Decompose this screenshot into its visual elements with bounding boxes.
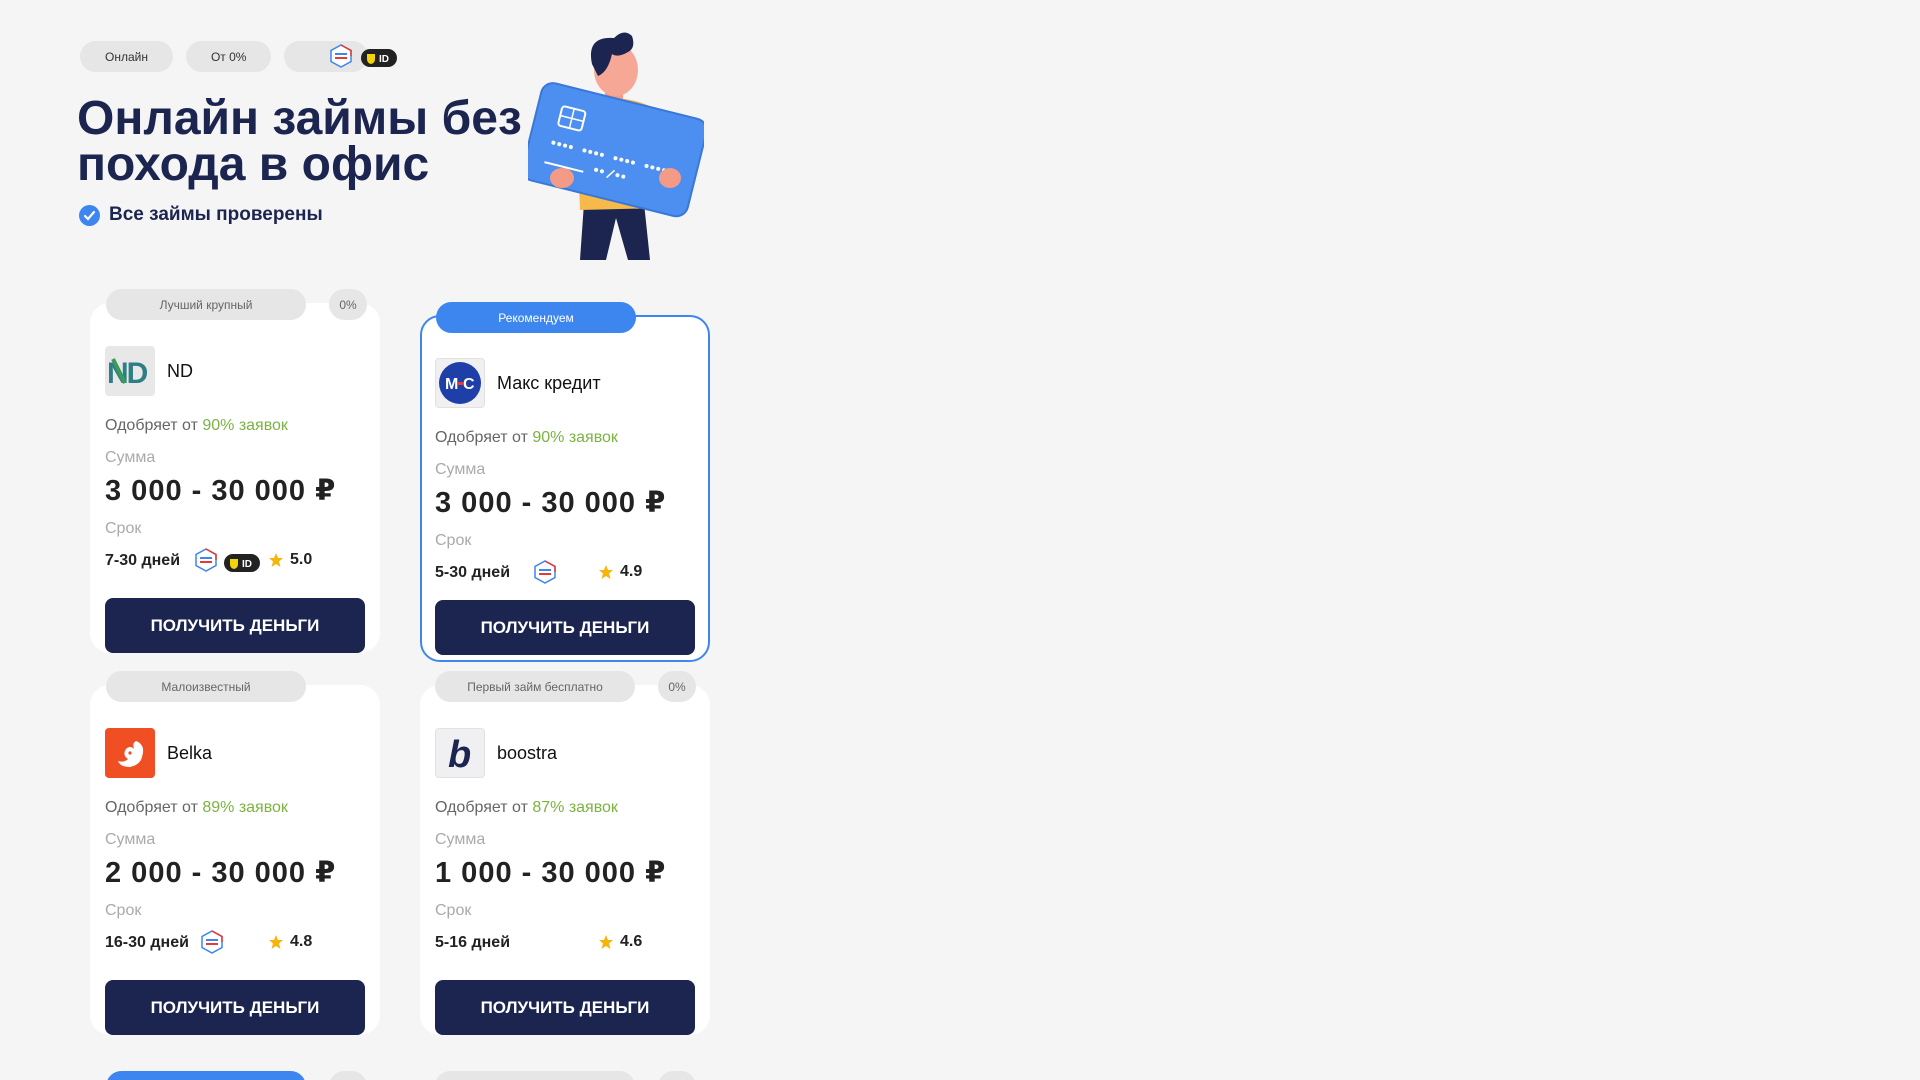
approval-rate: Одобряет от 87% заявок: [435, 799, 618, 817]
lender-header: M C Макс кредит: [435, 358, 601, 408]
card-tag: Первый займ бесплатно: [435, 671, 635, 702]
get-money-button[interactable]: ПОЛУЧИТЬ ДЕНЬГИ: [435, 980, 695, 1035]
rating-value: 4.8: [290, 933, 313, 950]
page-title: Онлайн займы без похода в офис: [77, 92, 522, 191]
lender-name: boostra: [497, 742, 558, 763]
sum-label: Сумма: [435, 831, 486, 848]
star-icon: [599, 935, 613, 949]
svg-text:M: M: [445, 376, 458, 393]
id-badge-icon: ID: [361, 49, 398, 67]
loan-amount: 1 000 - 30 000 ₽: [435, 857, 667, 889]
get-money-button[interactable]: ПОЛУЧИТЬ ДЕНЬГИ: [105, 980, 365, 1035]
chip-online: Онлайн: [80, 41, 173, 72]
rating-value: 4.6: [620, 933, 643, 950]
gosuslugi-icon: [195, 548, 217, 572]
approval-rate: Одобряет от 90% заявок: [435, 429, 618, 447]
star-icon: [269, 935, 283, 949]
offer-card-belka: Малоизвестный Belka Одобряет от 89% заяв…: [90, 671, 380, 1035]
approval-value: 90% заявок: [202, 417, 288, 434]
term-label: Срок: [435, 532, 472, 549]
approval-label: Одобряет от: [435, 799, 528, 816]
svg-text:ID: ID: [242, 559, 252, 570]
term-row: 5-16 дней 4.6: [435, 928, 695, 956]
verified-note: Все займы проверены: [79, 204, 323, 226]
belka-logo: [105, 728, 155, 778]
rating: 4.6: [598, 933, 642, 951]
next-percent-badge: [658, 1071, 696, 1080]
gosuslugi-icon: [201, 930, 223, 954]
approval-label: Одобряет от: [105, 799, 198, 816]
term-row: 7-30 дней ID 5.0: [105, 546, 365, 574]
star-icon: [269, 553, 283, 567]
loan-term: 5-30 дней: [435, 564, 511, 581]
loan-amount: 3 000 - 30 000 ₽: [435, 487, 667, 519]
hero-chips: Онлайн От 0% ID: [80, 41, 398, 72]
star-icon: [599, 565, 613, 579]
sum-label: Сумма: [435, 461, 486, 478]
rating: 4.9: [598, 563, 642, 581]
loan-amount: 3 000 - 30 000 ₽: [105, 475, 337, 507]
card-tag: Лучший крупный: [106, 289, 306, 320]
lender-header: Belka: [105, 728, 212, 778]
gosuslugi-icon: [534, 560, 556, 584]
next-card-tag: [435, 1071, 635, 1080]
lender-header: b boostra: [435, 728, 557, 778]
term-label: Срок: [105, 520, 142, 537]
percent-badge: 0%: [329, 289, 367, 320]
approval-rate: Одобряет от 90% заявок: [105, 417, 288, 435]
svg-text:C: C: [463, 376, 475, 393]
loan-term: 16-30 дней: [105, 934, 189, 951]
rating-value: 4.9: [620, 563, 643, 580]
lender-name: Макс кредит: [497, 372, 601, 393]
get-money-button[interactable]: ПОЛУЧИТЬ ДЕНЬГИ: [105, 598, 365, 653]
approval-label: Одобряет от: [105, 417, 198, 434]
svg-text:b: b: [448, 734, 471, 774]
term-row: 16-30 дней 4.8: [105, 928, 365, 956]
chip-from-zero: От 0%: [185, 41, 272, 72]
loan-amount: 2 000 - 30 000 ₽: [105, 857, 337, 889]
card-tag: Рекомендуем: [436, 302, 636, 333]
lender-name: Belka: [167, 742, 213, 763]
rating: 4.8: [268, 933, 312, 951]
approval-value: 90% заявок: [532, 429, 618, 446]
get-money-button[interactable]: ПОЛУЧИТЬ ДЕНЬГИ: [435, 600, 695, 655]
rating: 5.0: [268, 551, 312, 569]
check-icon: [79, 204, 100, 226]
man-with-card-illustration: [528, 32, 704, 260]
approval-value: 87% заявок: [532, 799, 618, 816]
sum-label: Сумма: [105, 449, 156, 466]
term-label: Срок: [435, 902, 472, 919]
svg-text:ID: ID: [379, 54, 389, 65]
boostra-logo: b: [435, 728, 485, 778]
chip-services: ID: [284, 41, 398, 72]
term-label: Срок: [105, 902, 142, 919]
offer-card-boostra: Первый займ бесплатно 0% b boostra Одобр…: [420, 671, 710, 1035]
lender-header: ND ND: [105, 346, 193, 396]
rating-value: 5.0: [290, 551, 313, 568]
nd-logo: ND: [105, 346, 155, 396]
mc-logo: M C: [435, 358, 485, 408]
percent-badge: 0%: [658, 671, 696, 702]
sum-label: Сумма: [105, 831, 156, 848]
card-tag: Малоизвестный: [106, 671, 306, 702]
next-percent-badge: [329, 1071, 367, 1080]
offer-card-max-credit: Рекомендуем M C Макс кредит Одобряет от …: [420, 302, 710, 662]
approval-value: 89% заявок: [202, 799, 288, 816]
gosuslugi-icon: [330, 44, 353, 68]
loan-term: 5-16 дней: [435, 934, 511, 951]
offer-card-nd: Лучший крупный 0% ND ND Одобряет от 90% …: [90, 289, 380, 653]
term-row: 5-30 дней 4.9: [435, 558, 695, 586]
approval-rate: Одобряет от 89% заявок: [105, 799, 288, 817]
approval-label: Одобряет от: [435, 429, 528, 446]
verified-note-text: Все займы проверены: [109, 204, 323, 225]
loan-term: 7-30 дней: [105, 552, 181, 569]
next-card-tag: [106, 1071, 306, 1080]
id-badge-icon: ID: [224, 554, 260, 572]
lender-name: ND: [167, 360, 193, 381]
